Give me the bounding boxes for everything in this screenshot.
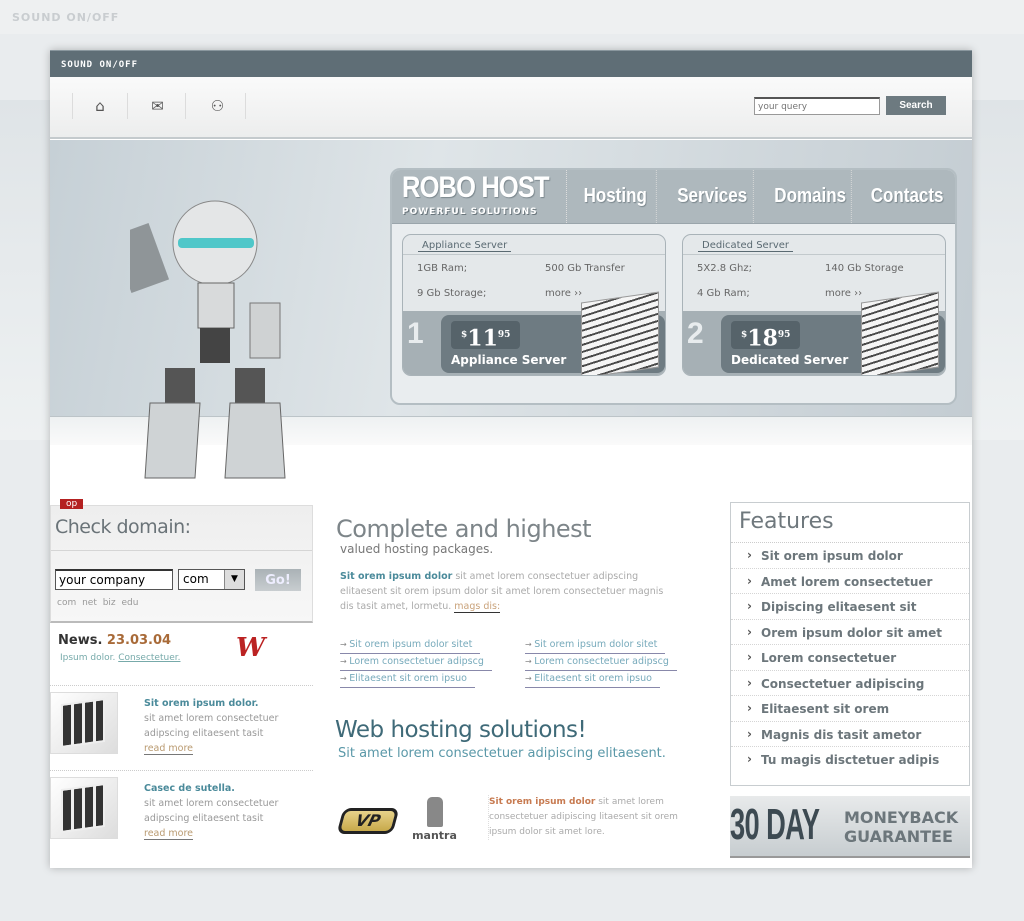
news-text: Ipsum dolor. Consectetuer. — [60, 653, 181, 663]
menu-domains[interactable]: Domains — [769, 170, 852, 223]
server-image — [861, 291, 939, 375]
hosting-panel: ROBO HOST POWERFUL SOLUTIONS Hosting Ser… — [390, 168, 957, 405]
nav-bar: ⌂ ✉ ⚇ Search — [50, 77, 972, 139]
server-image — [581, 291, 659, 375]
brand-tagline: POWERFUL SOLUTIONS — [402, 207, 538, 217]
tld-select[interactable]: com ▼ — [178, 569, 245, 590]
background-title: SOUND ON/OFF — [0, 0, 1024, 34]
intro-subtitle: valued hosting packages. — [340, 542, 494, 556]
right-column: Features Sit orem ipsum dolor Amet lorem… — [730, 502, 970, 867]
left-column: op Check domain: com▼ Go! com net biz ed… — [50, 499, 313, 868]
plan-spec: 4 Gb Ram; — [697, 288, 750, 299]
solutions-title: Web hosting solutions! — [335, 717, 587, 743]
mantra-partner-logo: mantra — [412, 797, 457, 842]
plan-dedicated: Dedicated Server 5X2.8 Ghz; 140 Gb Stora… — [682, 234, 946, 376]
feature-item[interactable]: Amet lorem consectetuer — [731, 569, 969, 594]
more-link[interactable]: more ›› — [825, 288, 862, 299]
link-list-2: Sit orem ipsum dolor sitet Lorem consect… — [525, 637, 677, 688]
list-link[interactable]: Elitaesent sit orem ipsuo — [340, 671, 475, 688]
plan-name: Dedicated Server — [731, 353, 849, 367]
hero-banner: ROBO HOST POWERFUL SOLUTIONS Hosting Ser… — [50, 140, 972, 479]
sound-toggle[interactable]: SOUND ON/OFF — [50, 50, 972, 77]
chevron-down-icon: ▼ — [224, 570, 244, 589]
moneyback-guarantee-banner[interactable]: 30 DAY MONEYBACK GUARANTEE — [730, 796, 970, 858]
list-link[interactable]: Elitaesent sit orem ipsuo — [525, 671, 660, 688]
list-link[interactable]: Lorem consectetuer adipscg — [340, 654, 492, 671]
plan-price: $1195 — [451, 321, 521, 351]
search-input[interactable] — [754, 97, 880, 115]
plan-order-button[interactable]: $1195 Appliance Server — [441, 291, 665, 375]
plan-title: Dedicated Server — [698, 240, 793, 252]
feature-item[interactable]: Sit orem ipsum dolor — [731, 543, 969, 569]
intro-link[interactable]: mags dis: — [454, 601, 501, 613]
list-link[interactable]: Sit orem ipsum dolor sitet — [340, 637, 481, 654]
link-list-1: Sit orem ipsum dolor sitet Lorem consect… — [340, 637, 492, 688]
mail-icon[interactable]: ✉ — [130, 93, 186, 119]
more-link[interactable]: more ›› — [545, 288, 582, 299]
brand-name: ROBO HOST — [402, 171, 550, 204]
plan-number: 1 — [407, 317, 424, 350]
read-more-link[interactable]: read more — [144, 743, 194, 755]
guarantee-days: 30 DAY — [730, 800, 820, 849]
feature-item[interactable]: Elitaesent sit orem — [731, 696, 969, 722]
intro-title: Complete and highest — [336, 515, 592, 543]
intro-text: Sit orem ipsum dolor sit amet lorem cons… — [340, 571, 664, 613]
feature-item[interactable]: Orem ipsum dolor sit amet — [731, 620, 969, 645]
search-button[interactable]: Search — [886, 96, 946, 115]
plan-spec: 140 Gb Storage — [825, 263, 904, 274]
server-thumbnail — [50, 777, 118, 839]
page-frame: SOUND ON/OFF ⌂ ✉ ⚇ Search ROBO HOST POWE… — [50, 50, 972, 868]
main-content: Complete and highest valued hosting pack… — [320, 505, 720, 868]
menu-services[interactable]: Services — [672, 170, 755, 223]
feature-item[interactable]: Magnis dis tasit ametor — [731, 722, 969, 747]
list-link[interactable]: Sit orem ipsum dolor sitet — [525, 637, 666, 654]
plan-name: Appliance Server — [451, 353, 567, 367]
home-icon[interactable]: ⌂ — [72, 93, 128, 119]
robot-illustration — [130, 200, 286, 479]
w-logo: W — [236, 633, 266, 663]
read-more-link[interactable]: read more — [144, 828, 194, 840]
sitemap-icon[interactable]: ⚇ — [190, 93, 246, 119]
menu-contacts[interactable]: Contacts — [866, 170, 948, 223]
features-title: Features — [731, 503, 969, 543]
plan-order-button[interactable]: $1895 Dedicated Server — [721, 291, 945, 375]
plan-appliance: Appliance Server 1GB Ram; 500 Gb Transfe… — [402, 234, 666, 376]
brand-logo[interactable]: ROBO HOST POWERFUL SOLUTIONS — [392, 170, 567, 223]
guarantee-text: MONEYBACK GUARANTEE — [844, 808, 959, 846]
news-link[interactable]: Consectetuer. — [118, 653, 180, 663]
go-button[interactable]: Go! — [255, 569, 301, 591]
news-item: Sit orem ipsum dolor. sit amet lorem cons… — [50, 685, 313, 767]
solutions-text: Sit orem ipsum dolor sit amet lorem cons… — [488, 795, 698, 840]
solutions-subtitle: Sit amet lorem consectetuer adipiscing e… — [338, 746, 666, 761]
plan-spec: 9 Gb Storage; — [417, 288, 487, 299]
feature-item[interactable]: Lorem consectetuer — [731, 645, 969, 671]
vp-partner-logo: VP — [336, 808, 400, 834]
menu-hosting[interactable]: Hosting — [574, 170, 657, 223]
check-domain-title: Check domain: — [51, 506, 312, 551]
feature-item[interactable]: Dipiscing elitaesent sit — [731, 594, 969, 620]
plan-title: Appliance Server — [418, 240, 512, 252]
plan-spec: 500 Gb Transfer — [545, 263, 625, 274]
domain-input[interactable] — [55, 569, 173, 590]
plan-price: $1895 — [731, 321, 801, 351]
list-link[interactable]: Lorem consectetuer adipscg — [525, 654, 677, 671]
feature-item[interactable]: Tu magis disctetuer adipis — [731, 747, 969, 773]
features-box: Features Sit orem ipsum dolor Amet lorem… — [730, 502, 970, 786]
plan-number: 2 — [687, 317, 704, 350]
tld-list: com net biz edu — [57, 598, 139, 608]
news-item-title[interactable]: Casec de sutella. — [144, 781, 309, 796]
news-item: Casec de sutella. sit amet lorem consecte… — [50, 770, 313, 852]
news-heading: News. 23.03.04 — [58, 633, 172, 648]
plan-spec: 1GB Ram; — [417, 263, 468, 274]
news-item-title[interactable]: Sit orem ipsum dolor. — [144, 696, 309, 711]
feature-item[interactable]: Consectetuer adipiscing — [731, 671, 969, 696]
check-domain: Check domain: com▼ Go! com net biz edu — [50, 505, 313, 623]
top-badge: op — [60, 499, 84, 509]
server-thumbnail — [50, 692, 118, 754]
plan-spec: 5X2.8 Ghz; — [697, 263, 752, 274]
